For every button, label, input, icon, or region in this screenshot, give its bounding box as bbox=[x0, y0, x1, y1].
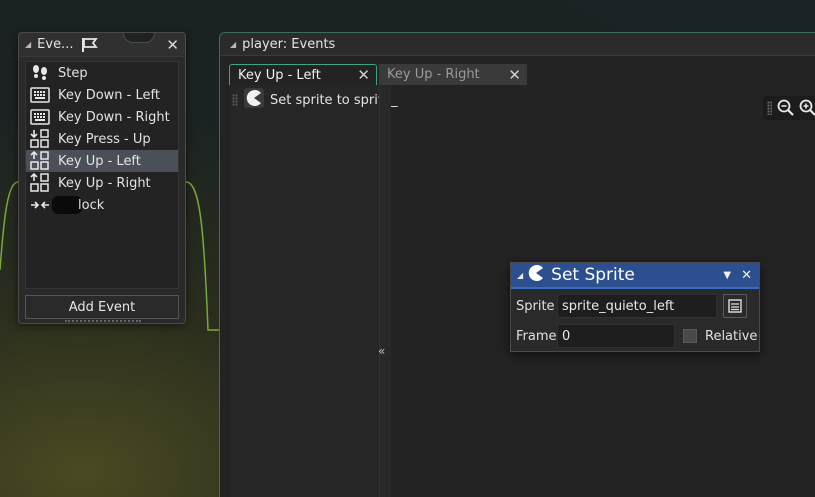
events-panel: ◢ Eve... ✕ Step Key Down - Left Key Down… bbox=[18, 32, 186, 324]
set-sprite-title: Set Sprite bbox=[551, 265, 635, 285]
sprite-pacman-icon bbox=[527, 264, 545, 286]
collapse-arrows-icon[interactable]: « bbox=[378, 344, 385, 358]
key-press-icon bbox=[30, 129, 50, 149]
zoom-toolbar bbox=[763, 96, 815, 120]
zoom-out-icon[interactable] bbox=[775, 97, 797, 119]
sprite-row: Sprite sprite_quieto_left bbox=[511, 293, 747, 319]
dropdown-arrow-icon[interactable]: ▼ bbox=[723, 270, 731, 281]
event-item-label: Step bbox=[58, 65, 88, 81]
tab-label: Key Up - Left bbox=[238, 67, 321, 83]
add-event-button[interactable]: Add Event bbox=[25, 295, 179, 319]
drag-handle-icon[interactable] bbox=[767, 101, 772, 115]
footsteps-icon bbox=[30, 63, 50, 83]
tab-key-up-right[interactable]: Key Up - Right ✕ bbox=[379, 64, 527, 85]
relative-label: Relative bbox=[705, 328, 758, 344]
close-icon[interactable]: ✕ bbox=[357, 66, 370, 84]
collision-icon bbox=[30, 195, 50, 215]
flag-icon[interactable] bbox=[81, 37, 99, 53]
sprite-field[interactable]: sprite_quieto_left bbox=[557, 294, 717, 318]
sprite-picker-button[interactable] bbox=[723, 294, 747, 318]
event-item-label: lock bbox=[78, 197, 105, 213]
action-item-set-sprite[interactable]: Set sprite to sprite_ bbox=[229, 88, 397, 112]
close-icon[interactable]: ✕ bbox=[166, 36, 179, 54]
collapse-triangle-icon[interactable]: ◢ bbox=[230, 40, 236, 49]
collapse-triangle-icon[interactable]: ◢ bbox=[25, 40, 31, 49]
collapse-triangle-icon[interactable]: ◢ bbox=[517, 271, 523, 280]
key-up-icon bbox=[30, 151, 50, 171]
event-item-label: Key Press - Up bbox=[58, 131, 151, 147]
frame-row: Frame 0 Relative bbox=[511, 323, 757, 349]
close-icon[interactable]: ✕ bbox=[508, 66, 521, 84]
tab-key-up-left[interactable]: Key Up - Left ✕ bbox=[229, 64, 377, 85]
action-list: Set sprite to sprite_ bbox=[229, 85, 397, 497]
object-events-header[interactable]: ◢ player: Events bbox=[220, 33, 815, 56]
zoom-in-icon[interactable] bbox=[797, 97, 815, 119]
close-icon[interactable]: ✕ bbox=[741, 268, 752, 283]
event-item-key-down-left[interactable]: Key Down - Left bbox=[26, 84, 178, 106]
object-events-title: player: Events bbox=[242, 36, 336, 52]
sprite-label: Sprite bbox=[516, 298, 555, 314]
key-up-icon bbox=[30, 173, 50, 193]
drag-handle-icon[interactable] bbox=[232, 94, 238, 106]
event-item-collision[interactable]: lock bbox=[26, 194, 178, 216]
events-panel-title: Eve... bbox=[37, 37, 74, 52]
set-sprite-header[interactable]: ◢ Set Sprite ▼ ✕ bbox=[511, 263, 759, 289]
resize-grip[interactable] bbox=[65, 320, 141, 323]
events-list: Step Key Down - Left Key Down - Right Ke… bbox=[25, 61, 179, 289]
event-item-label: Key Up - Left bbox=[58, 153, 141, 169]
frame-field[interactable]: 0 bbox=[557, 324, 675, 348]
tab-label: Key Up - Right bbox=[387, 67, 480, 82]
panel-splitter[interactable] bbox=[379, 85, 391, 497]
event-item-key-up-left[interactable]: Key Up - Left bbox=[26, 150, 178, 172]
relative-checkbox[interactable] bbox=[683, 329, 697, 343]
event-item-label: Key Down - Left bbox=[58, 87, 160, 103]
event-item-key-down-right[interactable]: Key Down - Right bbox=[26, 106, 178, 128]
event-item-step[interactable]: Step bbox=[26, 62, 178, 84]
keyboard-icon bbox=[30, 107, 50, 127]
event-item-key-up-right[interactable]: Key Up - Right bbox=[26, 172, 178, 194]
event-item-label: Key Up - Right bbox=[58, 175, 151, 191]
frame-label: Frame bbox=[516, 328, 557, 344]
set-sprite-window: ◢ Set Sprite ▼ ✕ Sprite sprite_quieto_le… bbox=[510, 262, 760, 352]
keyboard-icon bbox=[30, 85, 50, 105]
event-item-key-press-up[interactable]: Key Press - Up bbox=[26, 128, 178, 150]
sprite-pacman-icon bbox=[244, 88, 264, 112]
event-item-label: Key Down - Right bbox=[58, 109, 170, 125]
events-panel-header[interactable]: ◢ Eve... ✕ bbox=[19, 33, 185, 57]
panel-notch bbox=[123, 33, 155, 43]
